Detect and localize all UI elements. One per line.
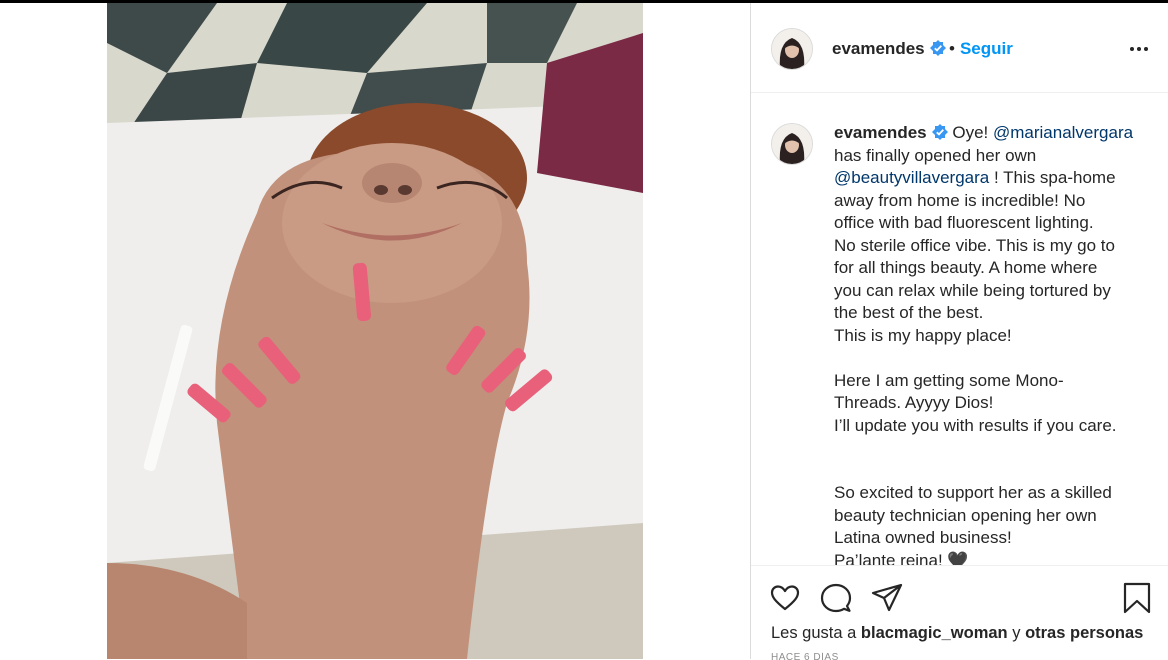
post-username[interactable]: evamendes — [832, 39, 946, 59]
caption-avatar[interactable] — [771, 123, 813, 165]
liked-by-others-link[interactable]: otras personas — [1025, 624, 1143, 642]
post-caption: evamendes Oye! @marianalvergara has fina… — [834, 122, 1144, 565]
follow-button[interactable]: Seguir — [960, 39, 1013, 58]
post-image[interactable] — [107, 3, 643, 659]
likes-connector: y — [1007, 624, 1026, 642]
caption-avatar-image — [772, 124, 812, 164]
caption-text: Oye! — [947, 123, 993, 142]
comments-area[interactable]: evamendes Oye! @marianalvergara has fina… — [751, 93, 1168, 565]
more-options-icon[interactable] — [1129, 39, 1149, 59]
likes-prefix: Les gusta a — [771, 624, 861, 642]
caption-text: ! This spa-home away from home is incred… — [834, 168, 1117, 565]
post-actions: Les gusta a blacmagic_woman y otras pers… — [751, 565, 1168, 660]
avatar-image — [772, 29, 812, 69]
separator-dot: • — [949, 39, 955, 58]
likes-summary: Les gusta a blacmagic_woman y otras pers… — [771, 624, 1143, 643]
follow-wrap: • Seguir — [949, 39, 1013, 59]
verified-badge-icon — [929, 40, 946, 56]
post-side-panel: evamendes • Seguir evamendes Oye! @marian… — [750, 3, 1168, 660]
post-header: evamendes • Seguir — [751, 3, 1168, 93]
post-photo-illustration — [107, 3, 643, 659]
verified-badge-icon — [931, 124, 948, 140]
caption-text: has finally opened her own — [834, 145, 1037, 165]
avatar[interactable] — [771, 28, 813, 70]
mention-link[interactable]: @marianalvergara — [993, 123, 1133, 142]
bookmark-icon[interactable] — [1121, 582, 1153, 614]
mention-link[interactable]: @beautyvillavergara — [834, 168, 989, 187]
paper-plane-icon[interactable] — [871, 582, 903, 614]
heart-icon[interactable] — [769, 582, 801, 614]
liker-username[interactable]: blacmagic_woman — [861, 624, 1008, 642]
caption-username[interactable]: evamendes — [834, 123, 927, 142]
post-username-text[interactable]: evamendes — [832, 39, 925, 58]
comment-icon[interactable] — [820, 582, 852, 614]
